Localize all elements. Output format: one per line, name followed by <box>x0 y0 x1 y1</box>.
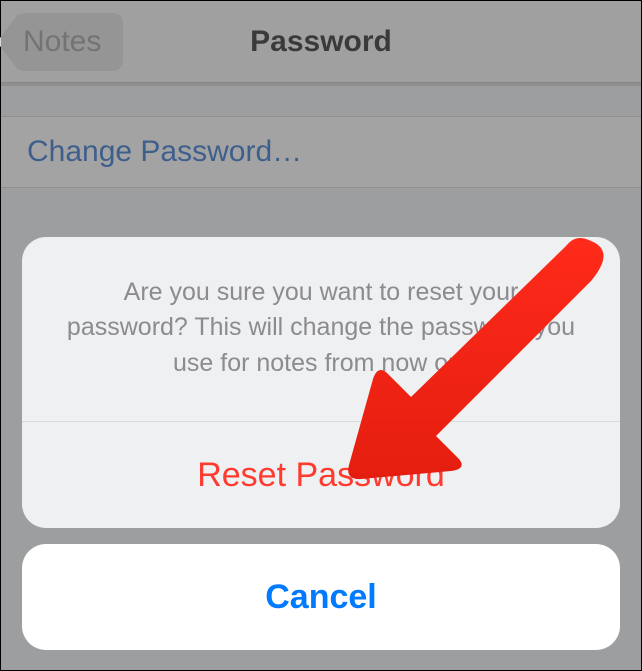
action-sheet-message: Are you sure you want to reset your pass… <box>22 237 620 422</box>
cancel-button[interactable]: Cancel <box>22 544 620 650</box>
settings-screen: Notes Password Change Password… Are you … <box>1 1 641 670</box>
reset-password-label: Reset Password <box>197 456 445 495</box>
action-sheet-card: Are you sure you want to reset your pass… <box>22 237 620 529</box>
cancel-label: Cancel <box>265 578 377 617</box>
action-sheet: Are you sure you want to reset your pass… <box>22 237 620 651</box>
reset-password-button[interactable]: Reset Password <box>22 422 620 528</box>
